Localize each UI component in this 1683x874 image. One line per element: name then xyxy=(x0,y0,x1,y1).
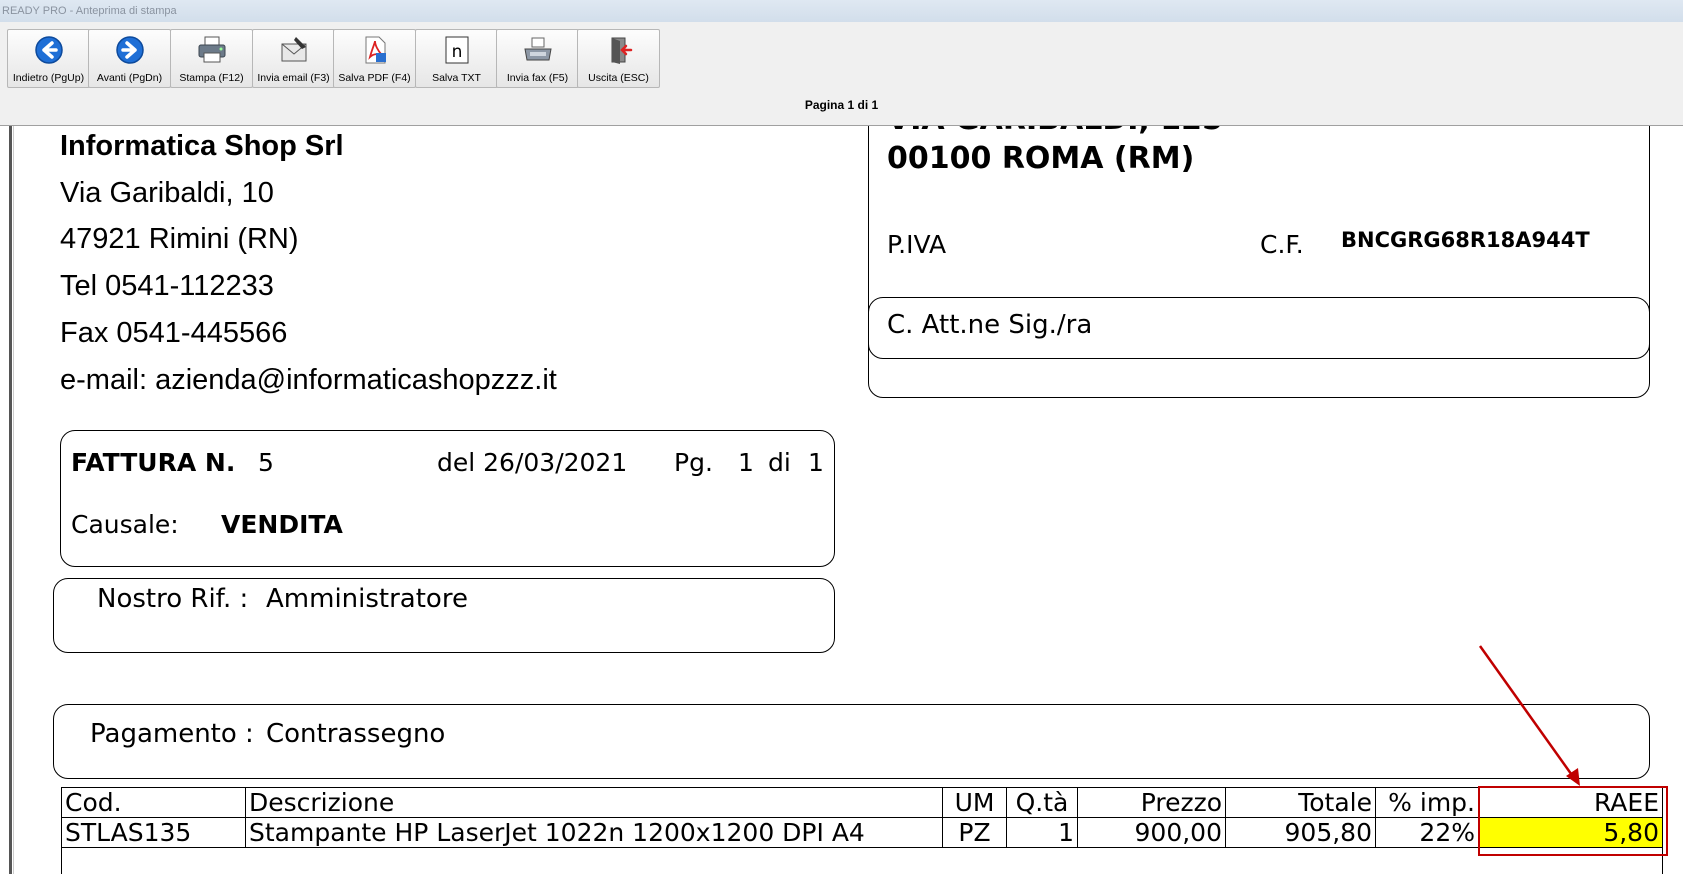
save-pdf-button[interactable]: Salva PDF (F4) xyxy=(333,29,416,88)
table-empty-row xyxy=(61,847,1663,874)
sender-email: e-mail: azienda@informaticashopzzz.it xyxy=(60,364,557,396)
sender-phone: Tel 0541-112233 xyxy=(60,270,274,302)
invoice-page-separator: di xyxy=(768,448,791,477)
send-fax-button[interactable]: Invia fax (F5) xyxy=(496,29,579,88)
forward-button-label: Avanti (PgDn) xyxy=(96,72,163,84)
header-total: Totale xyxy=(1225,787,1376,818)
save-txt-button[interactable]: n Salva TXT xyxy=(415,29,498,88)
save-txt-button-label: Salva TXT xyxy=(432,72,481,84)
cell-qty: 1 xyxy=(1006,817,1078,848)
header-vat: % imp. xyxy=(1375,787,1479,818)
invoice-number: 5 xyxy=(258,448,274,477)
back-button[interactable]: Indietro (PgUp) xyxy=(7,29,90,88)
toolbar: Indietro (PgUp) Avanti (PgDn) Stampa (F1… xyxy=(0,22,1683,126)
send-email-button[interactable]: Invia email (F3) xyxy=(252,29,335,88)
recipient-street: VIA GARIBALDI, 125 xyxy=(887,126,1223,137)
cell-code: STLAS135 xyxy=(61,817,246,848)
page-edge xyxy=(9,126,12,874)
invoice-table: Cod. Descrizione UM Q.tà Prezzo Totale %… xyxy=(61,787,1663,874)
causale-label: Causale: xyxy=(71,510,179,539)
header-code: Cod. xyxy=(61,787,246,818)
email-icon xyxy=(253,35,334,65)
exit-button-label: Uscita (ESC) xyxy=(588,72,649,84)
page-edge-shadow xyxy=(13,126,14,874)
attention-label: C. Att.ne Sig./ra xyxy=(887,310,1093,340)
printer-icon xyxy=(171,35,252,65)
sender-city: 47921 Rimini (RN) xyxy=(60,223,299,255)
pdf-icon xyxy=(334,35,415,65)
cell-vat: 22% xyxy=(1375,817,1479,848)
cf-value: BNCGRG68R18A944T xyxy=(1341,228,1590,252)
causale-value: VENDITA xyxy=(221,510,343,539)
print-button-label: Stampa (F12) xyxy=(179,72,244,84)
raee-highlight-box xyxy=(1478,786,1668,856)
txt-icon: n xyxy=(416,35,497,65)
recipient-city: 00100 ROMA (RM) xyxy=(887,141,1195,176)
header-qty: Q.tà xyxy=(1006,787,1078,818)
send-fax-button-label: Invia fax (F5) xyxy=(506,72,569,84)
print-button[interactable]: Stampa (F12) xyxy=(170,29,253,88)
reference-label: Nostro Rif. : xyxy=(97,584,249,614)
cell-um: PZ xyxy=(942,817,1007,848)
sender-fax: Fax 0541-445566 xyxy=(60,317,288,349)
arrow-left-icon xyxy=(8,35,89,65)
save-pdf-button-label: Salva PDF (F4) xyxy=(338,72,411,84)
payment-label: Pagamento : xyxy=(90,719,254,749)
arrow-right-icon xyxy=(89,35,170,65)
cell-description: Stampante HP LaserJet 1022n 1200x1200 DP… xyxy=(245,817,943,848)
page-indicator: Pagina 1 di 1 xyxy=(804,98,879,112)
svg-text:n: n xyxy=(451,42,462,62)
cell-price: 900,00 xyxy=(1077,817,1226,848)
table-header-row: Cod. Descrizione UM Q.tà Prezzo Totale %… xyxy=(61,787,1663,818)
invoice-date: del 26/03/2021 xyxy=(437,448,628,477)
header-um: UM xyxy=(942,787,1007,818)
empty-cell xyxy=(61,847,1663,874)
piva-label: P.IVA xyxy=(887,230,947,259)
forward-button[interactable]: Avanti (PgDn) xyxy=(88,29,171,88)
reference-value: Amministratore xyxy=(266,584,468,614)
send-email-button-label: Invia email (F3) xyxy=(257,72,330,84)
exit-button[interactable]: Uscita (ESC) xyxy=(577,29,660,88)
sender-company: Informatica Shop Srl xyxy=(60,130,344,162)
invoice-page-total: 1 xyxy=(808,448,824,477)
annotation-arrow xyxy=(1478,645,1580,786)
window-title: READY PRO - Anteprima di stampa xyxy=(0,0,1683,22)
invoice-page-label: Pg. xyxy=(674,448,713,477)
header-description: Descrizione xyxy=(245,787,943,818)
cell-total: 905,80 xyxy=(1225,817,1376,848)
payment-value: Contrassegno xyxy=(266,719,446,749)
cf-label: C.F. xyxy=(1260,230,1304,259)
back-button-label: Indietro (PgUp) xyxy=(12,72,85,84)
exit-icon xyxy=(578,35,659,65)
invoice-page-number: 1 xyxy=(738,448,754,477)
table-row[interactable]: STLAS135 Stampante HP LaserJet 1022n 120… xyxy=(61,817,1663,848)
invoice-title: FATTURA N. xyxy=(71,448,236,477)
header-price: Prezzo xyxy=(1077,787,1226,818)
fax-icon xyxy=(497,35,578,65)
document-preview[interactable]: Informatica Shop Srl Via Garibaldi, 10 4… xyxy=(0,126,1683,874)
sender-street: Via Garibaldi, 10 xyxy=(60,177,274,209)
